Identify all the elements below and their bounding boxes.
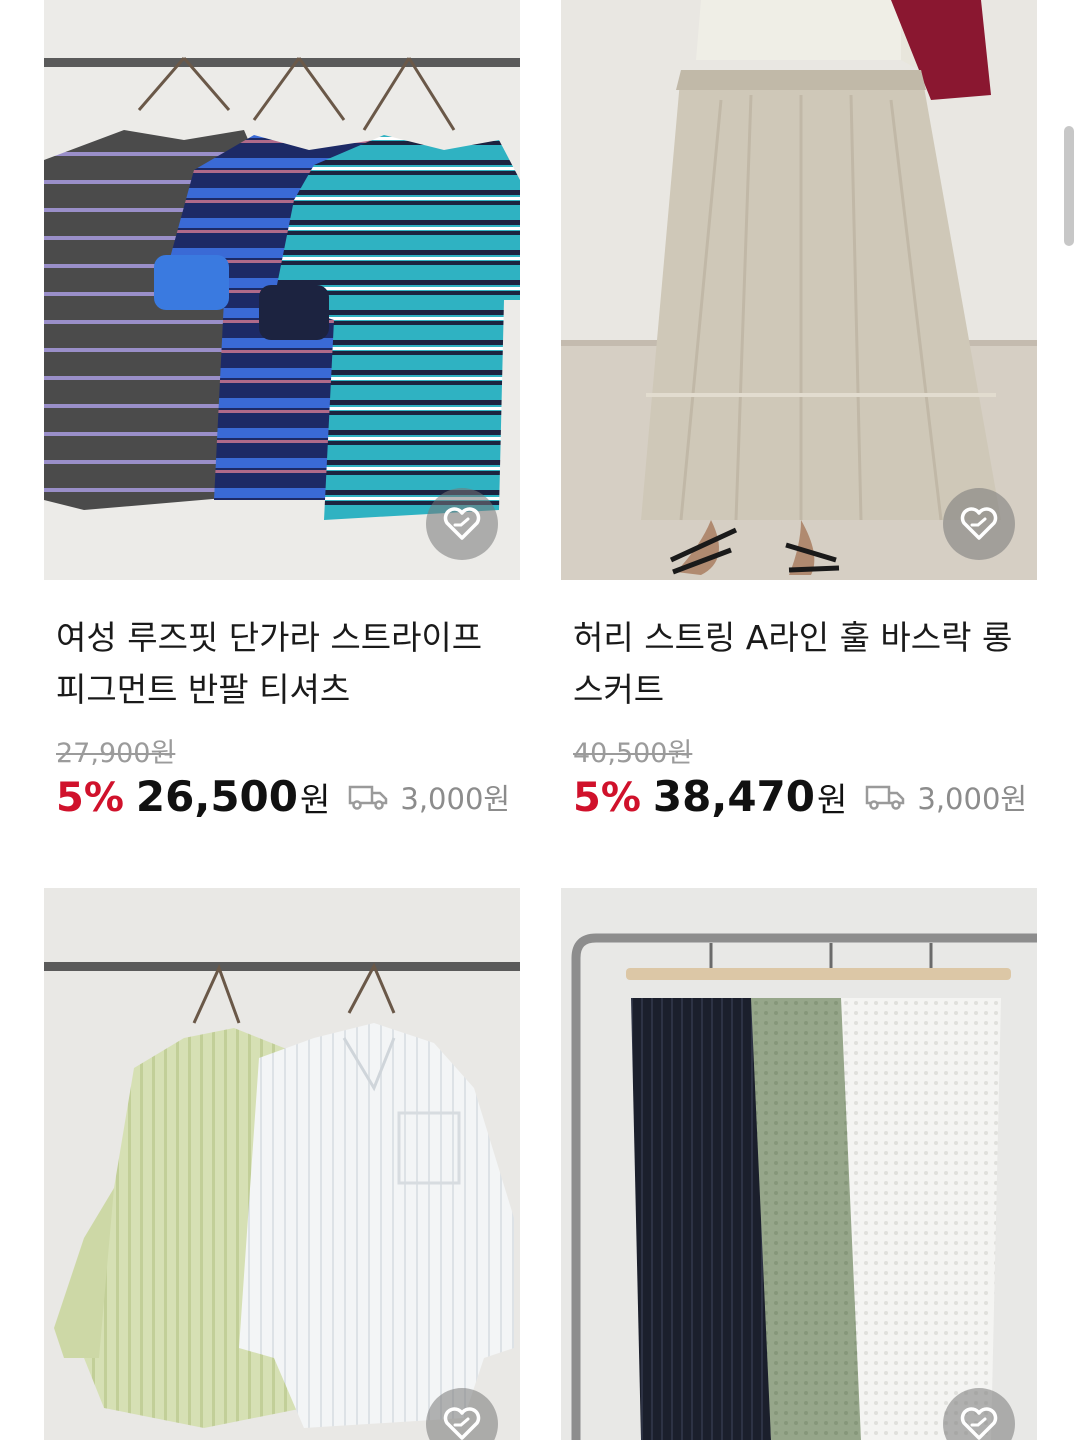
striped-shirts-photo — [44, 888, 520, 1440]
shipping-fee: 3,000원 — [865, 776, 1027, 818]
heart-icon — [443, 507, 481, 540]
sale-price: 26,500 — [135, 772, 298, 821]
heart-icon — [960, 1407, 998, 1440]
currency-label: 원 — [300, 780, 331, 819]
original-price: 27,900원 — [56, 738, 176, 769]
currency-label: 원 — [817, 780, 848, 819]
heart-icon — [443, 1407, 481, 1440]
product-image[interactable] — [561, 888, 1037, 1440]
shipping-fee: 3,000원 — [348, 776, 510, 818]
discount-rate: 5% — [56, 775, 124, 821]
truck-icon — [349, 785, 388, 810]
product-title[interactable]: 허리 스트링 A라인 훌 바스락 롱 스커트 — [573, 612, 1033, 716]
scrollbar-thumb[interactable] — [1064, 126, 1074, 246]
price-row: 5% 38,470 원 3,000원 — [573, 772, 1027, 821]
wishlist-button[interactable] — [426, 488, 498, 560]
heart-icon — [960, 507, 998, 540]
textured-pants-photo — [561, 888, 1037, 1440]
sale-price: 38,470 — [652, 772, 815, 821]
original-price: 40,500원 — [573, 738, 693, 769]
truck-icon — [866, 785, 905, 810]
product-image[interactable] — [44, 888, 520, 1440]
shipping-fee-label: 3,000원 — [400, 782, 511, 816]
wishlist-button[interactable] — [943, 488, 1015, 560]
product-image[interactable] — [44, 0, 520, 580]
product-title[interactable]: 여성 루즈핏 단가라 스트라이프 피그먼트 반팔 티셔츠 — [56, 612, 516, 716]
shipping-fee-label: 3,000원 — [917, 782, 1028, 816]
discount-rate: 5% — [573, 775, 641, 821]
price-row: 5% 26,500 원 3,000원 — [56, 772, 510, 821]
product-image[interactable] — [561, 0, 1037, 580]
